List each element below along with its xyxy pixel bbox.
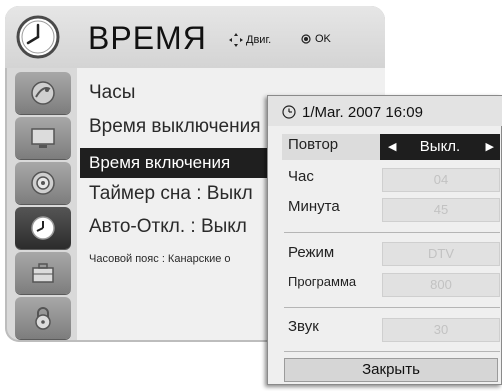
menu-item-time-zone[interactable]: Часовой пояс : Канарские о: [89, 253, 231, 265]
divider: [284, 351, 500, 352]
clock-icon: [282, 105, 296, 119]
menu-item-clock[interactable]: Часы: [89, 82, 135, 104]
minute-label: Минута: [288, 198, 340, 215]
sidebar-item-time[interactable]: [15, 207, 71, 249]
repeat-selector[interactable]: ◀ Выкл. ▶: [380, 134, 500, 160]
lock-icon: [35, 307, 51, 330]
satellite-dish-icon: [31, 81, 55, 105]
sidebar-item-options[interactable]: [15, 252, 71, 294]
menu-item-auto-off[interactable]: Авто-Откл. : Выкл: [89, 216, 247, 238]
divider: [284, 307, 500, 308]
sound-field[interactable]: 30: [382, 318, 500, 342]
close-button[interactable]: Закрыть: [284, 358, 498, 382]
clock-icon: [31, 216, 55, 240]
monitor-icon: [31, 128, 55, 148]
speaker-icon: [31, 171, 55, 195]
repeat-value: Выкл.: [419, 138, 461, 155]
move-arrows-icon: [229, 33, 243, 47]
arrow-left-icon[interactable]: ◀: [388, 134, 396, 160]
clock-icon: [16, 15, 60, 59]
popup-header: 1/Mar. 2007 16:09: [268, 96, 502, 126]
hour-label: Час: [288, 168, 314, 185]
repeat-label: Повтор: [288, 136, 339, 153]
sidebar-item-channels[interactable]: [15, 72, 71, 114]
program-label: Программа: [288, 274, 357, 289]
menu-item-on-time-label: Время включения: [89, 153, 231, 172]
program-field[interactable]: 800: [382, 273, 500, 297]
on-time-popup: 1/Mar. 2007 16:09 Повтор ◀ Выкл. ▶ Час 0…: [267, 95, 502, 385]
divider: [284, 232, 500, 233]
move-hint: Двиг.: [229, 33, 271, 47]
mode-label: Режим: [288, 244, 335, 261]
mode-field[interactable]: DTV: [382, 242, 500, 266]
hour-field[interactable]: 04: [382, 168, 500, 192]
briefcase-icon: [32, 263, 54, 283]
sidebar-item-lock[interactable]: [15, 297, 71, 339]
sound-label: Звук: [288, 318, 319, 335]
menu-item-off-time[interactable]: Время выключения: [89, 116, 261, 138]
minute-field[interactable]: 45: [382, 198, 500, 222]
ok-button-icon: [301, 34, 311, 44]
sidebar-item-audio[interactable]: [15, 162, 71, 204]
sidebar-item-picture[interactable]: [15, 117, 71, 159]
current-datetime: 1/Mar. 2007 16:09: [302, 104, 423, 121]
menu-header: ВРЕМЯ Двиг. OK: [5, 6, 385, 68]
page-title: ВРЕМЯ: [88, 20, 207, 56]
ok-hint-label: OK: [315, 33, 331, 45]
menu-item-sleep-timer[interactable]: Таймер сна : Выкл: [89, 183, 253, 205]
arrow-right-icon[interactable]: ▶: [486, 134, 494, 160]
move-hint-label: Двиг.: [246, 34, 272, 46]
sidebar: [15, 68, 71, 340]
ok-hint: OK: [301, 33, 331, 45]
